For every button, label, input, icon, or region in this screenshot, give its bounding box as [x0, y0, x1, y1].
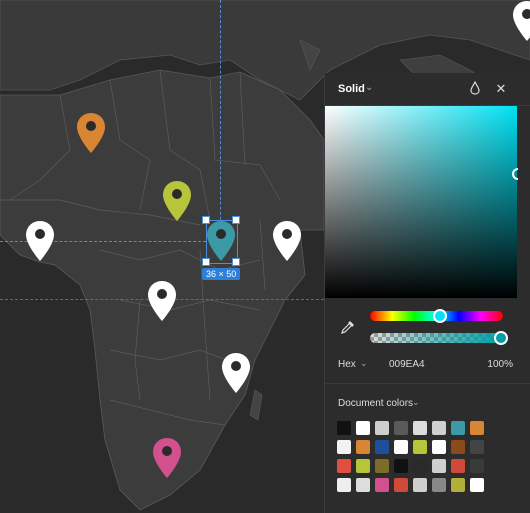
fill-mode-label[interactable]: Solid — [338, 83, 365, 95]
saturation-value-picker[interactable] — [325, 106, 517, 298]
color-swatch[interactable] — [394, 440, 408, 454]
color-swatch[interactable] — [432, 421, 446, 435]
color-swatch[interactable] — [356, 421, 370, 435]
chevron-down-icon[interactable]: ⌄ — [360, 358, 368, 369]
color-swatch[interactable] — [356, 440, 370, 454]
white-pin-center[interactable] — [147, 280, 177, 322]
color-swatch[interactable] — [432, 459, 446, 473]
color-swatch[interactable] — [375, 421, 389, 435]
color-swatch[interactable] — [470, 440, 484, 454]
color-swatch[interactable] — [451, 478, 465, 492]
design-canvas[interactable]: 36 × 50 Solid ⌄ ✕ Hex ⌄ 009EA4 100% Docu… — [0, 0, 530, 513]
chevron-down-icon[interactable]: ⌄ — [365, 82, 373, 93]
opacity-input[interactable]: 100% — [487, 359, 513, 370]
dimension-badge: 36 × 50 — [202, 268, 241, 280]
chevron-down-icon[interactable]: ⌄ — [412, 397, 420, 408]
color-swatch[interactable] — [451, 440, 465, 454]
hue-slider-knob[interactable] — [433, 309, 447, 323]
color-swatch[interactable] — [432, 478, 446, 492]
color-swatch[interactable] — [413, 440, 427, 454]
color-swatch[interactable] — [470, 478, 484, 492]
orange-pin[interactable] — [76, 112, 106, 154]
color-swatch[interactable] — [413, 478, 427, 492]
color-swatch[interactable] — [394, 459, 408, 473]
color-swatch[interactable] — [432, 440, 446, 454]
color-swatch[interactable] — [394, 478, 408, 492]
document-colors-label[interactable]: Document colors — [338, 398, 413, 409]
white-pin-west[interactable] — [25, 220, 55, 262]
resize-handle-top-right[interactable] — [232, 216, 240, 224]
opacity-slider[interactable] — [370, 333, 503, 343]
eyedropper-icon[interactable] — [341, 320, 355, 339]
color-swatch[interactable] — [413, 421, 427, 435]
panel-scrollbar[interactable] — [518, 106, 530, 298]
white-pin-east[interactable] — [272, 220, 302, 262]
droplet-icon[interactable] — [467, 80, 483, 97]
hex-input[interactable]: 009EA4 — [389, 359, 425, 370]
vertical-guide-line — [220, 0, 221, 245]
color-swatch[interactable] — [337, 459, 351, 473]
pink-pin[interactable] — [152, 437, 182, 479]
color-swatch[interactable] — [337, 440, 351, 454]
white-pin-topright[interactable] — [512, 0, 530, 42]
color-swatch[interactable] — [375, 459, 389, 473]
color-swatch[interactable] — [375, 440, 389, 454]
color-format-select[interactable]: Hex — [338, 359, 356, 370]
close-icon[interactable]: ✕ — [493, 81, 509, 97]
section-divider — [325, 383, 530, 384]
opacity-slider-knob[interactable] — [494, 331, 508, 345]
resize-handle-bottom-left[interactable] — [202, 258, 210, 266]
resize-handle-bottom-right[interactable] — [232, 258, 240, 266]
color-panel-header: Solid ⌄ ✕ — [325, 73, 530, 106]
color-swatch[interactable] — [394, 421, 408, 435]
color-swatch[interactable] — [337, 421, 351, 435]
white-pin-south[interactable] — [221, 352, 251, 394]
color-swatch[interactable] — [413, 459, 427, 473]
color-picker-panel: Solid ⌄ ✕ Hex ⌄ 009EA4 100% Document col… — [324, 73, 530, 513]
color-swatch[interactable] — [470, 459, 484, 473]
color-swatch[interactable] — [337, 478, 351, 492]
color-swatch[interactable] — [451, 459, 465, 473]
color-swatch[interactable] — [375, 478, 389, 492]
resize-handle-top-left[interactable] — [202, 216, 210, 224]
document-colors-grid — [337, 421, 521, 492]
color-swatch[interactable] — [356, 478, 370, 492]
color-swatch[interactable] — [451, 421, 465, 435]
color-swatch[interactable] — [470, 421, 484, 435]
color-swatch[interactable] — [356, 459, 370, 473]
yellow-pin[interactable] — [162, 180, 192, 222]
